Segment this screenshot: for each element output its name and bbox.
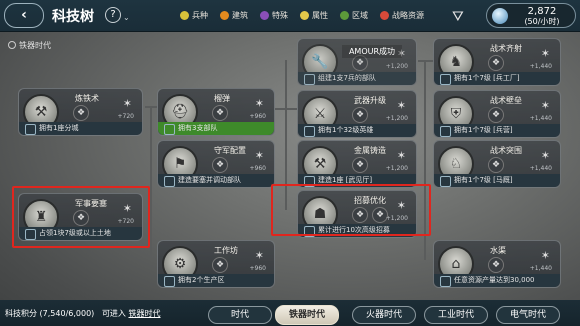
legend-dot-icon: [380, 11, 389, 20]
tab-firearm-age[interactable]: 火器时代: [352, 306, 416, 324]
tech-node-garrison-config[interactable]: ⚑ 守军配置 ❖ ✶ +960 建造要塞并调动部队: [157, 140, 275, 188]
tech-point-reward-icon: ✶: [540, 99, 550, 112]
requirement-icon: ❖: [212, 257, 228, 273]
resource-rate: (50/小时): [524, 17, 560, 26]
question-icon: ?: [110, 9, 116, 20]
top-bar: ‹ 科技树 ? ⌄ 兵种 建筑 特殊 属性 区域 战略资源 ⛛ 2,872 (5…: [0, 0, 580, 32]
tech-point-reward-icon: ✶: [254, 149, 264, 162]
tech-score: 科技积分 (7,540/6,000) 可进入 铁器时代: [5, 309, 161, 318]
tech-point-icon: [492, 8, 508, 24]
tech-node-iron-smelting[interactable]: ⚒ 炼铁术 ❖ ✶ +720 拥有1座分城: [18, 88, 143, 136]
success-toast: AMOUR成功: [342, 45, 402, 58]
highlight-box: [12, 186, 150, 248]
tech-node-grenade[interactable]: ⛑ 榴弹 ❖ ✶ +960 拥有3支部队: [157, 88, 275, 136]
legend-dot-icon: [260, 11, 269, 20]
tab-industrial-age[interactable]: 工业时代: [424, 306, 488, 324]
resource-counter: 2,872 (50/小时): [486, 3, 576, 28]
bottom-bar: 科技积分 (7,540/6,000) 可进入 铁器时代 时代 铁器时代 火器时代…: [0, 300, 580, 326]
tech-point-reward-icon: ✶: [540, 249, 550, 262]
connector-line: [418, 60, 434, 62]
tab-iron-age[interactable]: 铁器时代: [275, 305, 339, 325]
highlight-box: [271, 184, 431, 236]
tech-node-workshop[interactable]: ⚙ 工作坊 ❖ ✶ +960 拥有2个生产区: [157, 240, 275, 288]
back-arrow-icon: ‹: [21, 7, 27, 23]
legend-item-special[interactable]: 特殊: [260, 10, 288, 21]
tech-node-metal-casting[interactable]: ⚒ 金属铸造 ❖ ✶ +1,200 建造1座 [武见厅]: [297, 140, 417, 188]
legend-dot-icon: [300, 11, 309, 20]
page-title: 科技树: [52, 9, 94, 25]
legend-dot-icon: [220, 11, 229, 20]
tech-node-tactical-volley[interactable]: ♞ 战术齐射 ❖ ✶ +1,440 拥有1个7级 [兵工厂]: [433, 38, 561, 86]
legend-item-attribute[interactable]: 属性: [300, 10, 328, 21]
help-button[interactable]: ?: [105, 7, 121, 23]
era-section-label: 铁器时代: [8, 40, 51, 51]
legend-item-unit[interactable]: 兵种: [180, 10, 208, 21]
tech-node-weapon-upgrade[interactable]: ⚔ 武器升级 ❖ ✶ +1,200 拥有1个32级英雄: [297, 90, 417, 138]
legend-dot-icon: [180, 11, 189, 20]
dropdown-indicator-icon: ⌄: [123, 13, 130, 22]
requirement-icon: ❖: [488, 107, 504, 123]
tech-point-reward-icon: ✶: [254, 249, 264, 262]
legend-item-building[interactable]: 建筑: [220, 10, 248, 21]
tab-electric-age[interactable]: 电气时代: [496, 306, 560, 324]
tech-point-reward-icon: ✶: [396, 99, 406, 112]
info-icon: [8, 41, 16, 49]
connector-line: [150, 106, 152, 256]
requirement-icon: ❖: [212, 105, 228, 121]
tech-point-reward-icon: ✶: [540, 149, 550, 162]
back-button[interactable]: ‹: [4, 3, 44, 28]
legend-item-region[interactable]: 区域: [340, 10, 368, 21]
tech-point-reward-icon: ✶: [396, 149, 406, 162]
filter-icon[interactable]: ⛛: [452, 9, 464, 25]
requirement-icon: ❖: [352, 157, 368, 173]
requirement-icon: ❖: [488, 55, 504, 71]
legend-dot-icon: [340, 11, 349, 20]
tech-point-reward-icon: ✶: [540, 47, 550, 60]
requirement-icon: ❖: [352, 107, 368, 123]
tech-node-aqueduct[interactable]: ⌂ 水渠 ❖ ✶ +1,440 任意资源产量达到30,000: [433, 240, 561, 288]
era-link[interactable]: 铁器时代: [128, 309, 160, 318]
requirement-icon: ❖: [488, 157, 504, 173]
tech-node-tactical-breakout[interactable]: ♘ 战术突围 ❖ ✶ +1,440 拥有1个7级 [马厩]: [433, 140, 561, 188]
tech-point-reward-icon: ✶: [254, 97, 264, 110]
tab-previous-era[interactable]: 时代: [208, 306, 272, 324]
requirement-icon: ❖: [488, 257, 504, 273]
requirement-icon: ❖: [212, 157, 228, 173]
legend-item-strategic-resource[interactable]: 战略资源: [380, 10, 424, 21]
requirement-icon: ❖: [73, 105, 89, 121]
tech-point-reward-icon: ✶: [122, 97, 132, 110]
tech-node-tactical-bulwark[interactable]: ⛨ 战术壁垒 ❖ ✶ +1,440 拥有1个7级 [兵营]: [433, 90, 561, 138]
